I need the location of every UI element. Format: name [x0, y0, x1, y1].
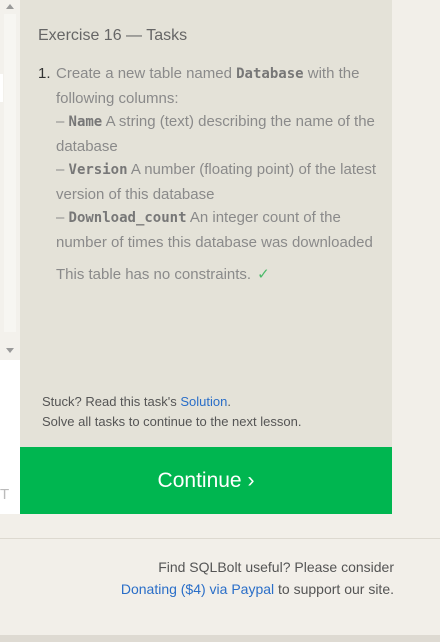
task-number: 1. — [38, 65, 51, 82]
column-spec: – Download_count An integer count of the… — [56, 206, 383, 254]
column-desc: A string (text) describing the name of t… — [56, 113, 375, 155]
task-item: 1. Create a new table named Database wit… — [38, 62, 383, 287]
task-intro: Create a new table named Database with t… — [56, 62, 383, 110]
editor-scroll-edge — [0, 74, 3, 102]
donate-link[interactable]: Donating ($4) via Paypal — [121, 581, 274, 597]
footer-line2: Donating ($4) via Paypal to support our … — [121, 578, 394, 600]
column-spec: – Name A string (text) describing the na… — [56, 110, 383, 158]
tasks-help: Stuck? Read this task's Solution. Solve … — [42, 392, 301, 432]
column-dash: – — [56, 113, 69, 130]
editor-scroll-track — [4, 14, 16, 332]
column-name-code: Download_count — [68, 210, 187, 226]
editor-scrollbar[interactable] — [0, 0, 21, 360]
column-name-code: Name — [68, 114, 103, 130]
constraint-text: This table has no constraints. — [56, 266, 252, 283]
footer-divider — [0, 538, 440, 539]
bottom-band — [0, 635, 440, 642]
task-list: 1. Create a new table named Database wit… — [38, 62, 383, 287]
column-spec: – Version A number (floating point) of t… — [56, 158, 383, 206]
stuck-line: Stuck? Read this task's Solution. — [42, 392, 301, 412]
task-body: Create a new table named Database with t… — [56, 62, 383, 287]
stuck-period: . — [227, 394, 231, 409]
column-name-code: Version — [68, 162, 128, 178]
stuck-text: Stuck? Read this task's — [42, 394, 181, 409]
run-query-button-fragment[interactable]: T — [0, 486, 9, 503]
solution-link[interactable]: Solution — [180, 394, 227, 409]
sql-editor-pane[interactable]: T — [0, 0, 21, 514]
column-dash: – — [56, 161, 69, 178]
checkmark-icon: ✓ — [257, 266, 270, 283]
scroll-up-arrow-icon[interactable] — [6, 4, 14, 9]
footer-line1: Find SQLBolt useful? Please consider — [158, 559, 394, 575]
scroll-down-arrow-icon[interactable] — [6, 348, 14, 353]
constraint-note: This table has no constraints. ✓ — [56, 263, 383, 287]
solve-all-text: Solve all tasks to continue to the next … — [42, 414, 302, 429]
tasks-panel: Exercise 16 — Tasks 1. Create a new tabl… — [20, 0, 392, 447]
column-dash: – — [56, 209, 69, 226]
task-intro-text: Create a new table named — [56, 65, 237, 82]
table-name-code: Database — [236, 66, 304, 82]
footer-line2-suffix: to support our site. — [274, 581, 394, 597]
continue-button[interactable]: Continue › — [20, 447, 392, 514]
footer: Find SQLBolt useful? Please consider Don… — [121, 556, 394, 600]
tasks-title: Exercise 16 — Tasks — [38, 27, 188, 44]
